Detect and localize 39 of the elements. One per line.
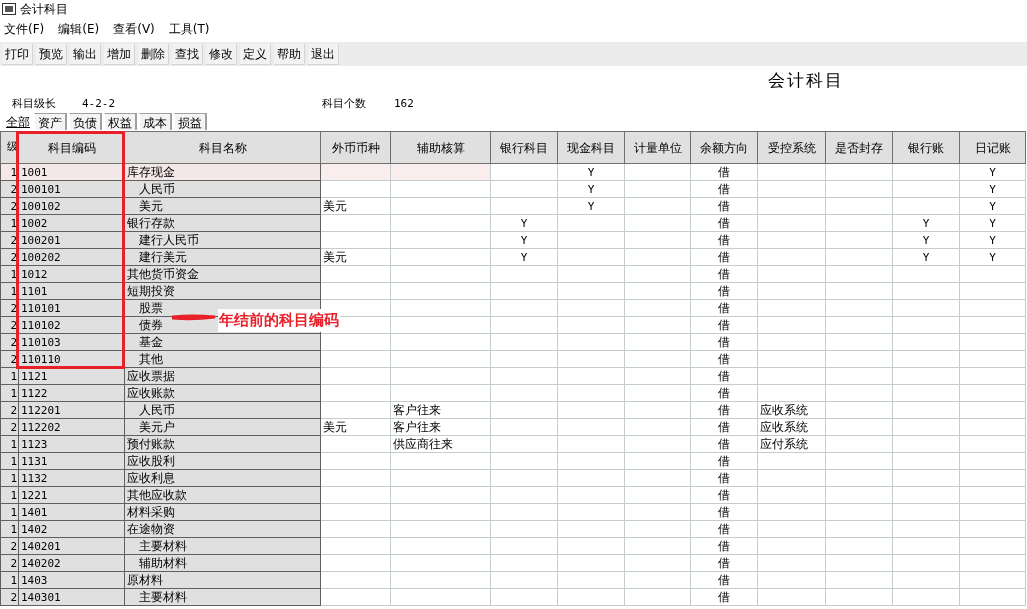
- toolbar-button[interactable]: 打印: [2, 43, 33, 65]
- window-title: 会计科目: [20, 1, 68, 18]
- tab[interactable]: 损益: [174, 113, 207, 130]
- toolbar-button[interactable]: 预览: [36, 43, 67, 65]
- tab[interactable]: 负债: [69, 113, 102, 130]
- column-header: 受控系统: [757, 131, 826, 164]
- toolbar-button[interactable]: 删除: [138, 43, 169, 65]
- level-length-value: 4-2-2: [82, 95, 117, 112]
- toolbar-button[interactable]: 定义: [240, 43, 271, 65]
- annotation-text: 年结前的科目编码: [218, 309, 340, 332]
- tab[interactable]: 资产: [34, 113, 67, 130]
- tab[interactable]: 成本: [139, 113, 172, 130]
- column-header: 外币币种: [320, 131, 391, 164]
- toolbar-button[interactable]: 查找: [172, 43, 203, 65]
- column-header: 辅助核算: [390, 131, 491, 164]
- account-count-value: 162: [394, 95, 414, 112]
- pointer-stroke: [172, 313, 216, 321]
- page-heading: 会计科目: [768, 69, 844, 93]
- toolbar-button[interactable]: 退出: [308, 43, 339, 65]
- column-header: 银行账: [892, 131, 960, 164]
- column-header: 银行科目: [490, 131, 558, 164]
- column-header: 余额方向: [690, 131, 758, 164]
- level-length-label: 科目级长: [12, 95, 57, 112]
- menu-item[interactable]: 工具(T): [168, 20, 210, 38]
- tab[interactable]: 权益: [104, 113, 137, 130]
- menu-item[interactable]: 查看(V): [113, 20, 155, 38]
- toolbar-button[interactable]: 修改: [206, 43, 237, 65]
- menu-item[interactable]: 文件(F): [4, 20, 45, 38]
- account-count-label: 科目个数: [322, 95, 367, 112]
- column-header: 科目名称: [124, 131, 321, 164]
- column-header: 是否封存: [825, 131, 893, 164]
- menu-item[interactable]: 编辑(E): [58, 20, 100, 38]
- toolbar-button[interactable]: 增加: [104, 43, 135, 65]
- toolbar-button[interactable]: 帮助: [274, 43, 305, 65]
- column-header: 计量单位: [624, 131, 691, 164]
- toolbar-button[interactable]: 输出: [70, 43, 101, 65]
- column-header: 日记账: [959, 131, 1026, 164]
- column-header: 现金科目: [557, 131, 625, 164]
- tab[interactable]: 全部: [4, 113, 32, 130]
